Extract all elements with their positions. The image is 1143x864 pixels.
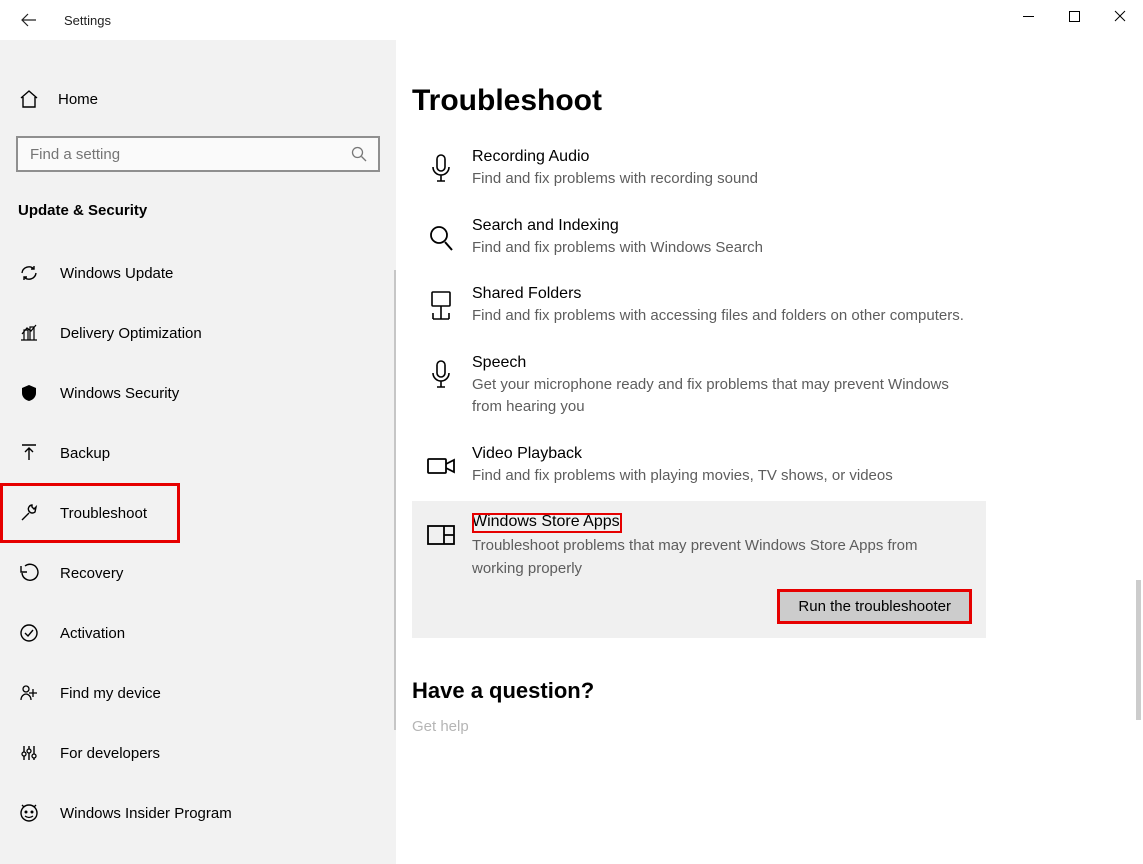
- troubleshooter-video-playback[interactable]: Video Playback Find and fix problems wit…: [412, 433, 1103, 502]
- troubleshooter-search-indexing[interactable]: Search and Indexing Find and fix problem…: [412, 205, 1103, 274]
- apps-icon: [426, 515, 456, 555]
- sidebar-item-recovery[interactable]: Recovery: [0, 543, 396, 603]
- insider-icon: [18, 802, 40, 824]
- find-device-icon: [18, 682, 40, 704]
- sidebar-item-label: For developers: [60, 745, 160, 762]
- sidebar-item-label: Find my device: [60, 685, 161, 702]
- shared-folders-icon: [426, 287, 456, 327]
- close-icon: [1114, 10, 1126, 22]
- maximize-button[interactable]: [1051, 0, 1097, 32]
- search-icon: [426, 219, 456, 259]
- troubleshooter-title: Speech: [472, 354, 1089, 372]
- minimize-button[interactable]: [1005, 0, 1051, 32]
- home-link[interactable]: Home: [0, 80, 396, 118]
- have-a-question-heading: Have a question?: [412, 678, 1103, 704]
- developers-icon: [18, 742, 40, 764]
- sidebar-item-activation[interactable]: Activation: [0, 603, 396, 663]
- content-area: Troubleshoot Recording Audio Find and fi…: [396, 40, 1143, 864]
- sidebar-item-label: Delivery Optimization: [60, 325, 202, 342]
- sidebar-section-title: Update & Security: [0, 196, 396, 243]
- get-help-link[interactable]: Get help: [412, 718, 1103, 735]
- sidebar-item-label: Recovery: [60, 565, 123, 582]
- troubleshooter-desc: Get your microphone ready and fix proble…: [472, 374, 972, 419]
- sidebar-item-label: Windows Insider Program: [60, 805, 232, 822]
- microphone-icon: [426, 150, 456, 190]
- troubleshooter-desc: Find and fix problems with Windows Searc…: [472, 237, 972, 260]
- sync-icon: [18, 262, 40, 284]
- video-icon: [426, 447, 456, 487]
- back-button[interactable]: [14, 5, 44, 35]
- content-scrollbar[interactable]: [1136, 580, 1141, 720]
- titlebar: Settings: [0, 0, 1143, 40]
- window-title: Settings: [64, 13, 111, 28]
- home-icon: [18, 88, 40, 110]
- backup-icon: [18, 442, 40, 464]
- sidebar-item-troubleshoot[interactable]: Troubleshoot: [0, 483, 180, 543]
- home-label: Home: [58, 91, 98, 108]
- microphone-icon: [426, 356, 456, 396]
- troubleshooter-desc: Find and fix problems with recording sou…: [472, 168, 972, 191]
- close-button[interactable]: [1097, 0, 1143, 32]
- troubleshooter-speech[interactable]: Speech Get your microphone ready and fix…: [412, 342, 1103, 433]
- delivery-icon: [18, 322, 40, 344]
- search-icon: [350, 145, 368, 163]
- maximize-icon: [1069, 11, 1080, 22]
- page-title: Troubleshoot: [412, 84, 1103, 118]
- troubleshooter-desc: Find and fix problems with accessing fil…: [472, 305, 972, 328]
- troubleshooter-windows-store-apps[interactable]: Windows Store Apps Troubleshoot problems…: [412, 501, 986, 638]
- sidebar-item-windows-update[interactable]: Windows Update: [0, 243, 396, 303]
- troubleshooter-recording-audio[interactable]: Recording Audio Find and fix problems wi…: [412, 136, 1103, 205]
- sidebar: Home Update & Security Windows Update De…: [0, 40, 396, 864]
- sidebar-item-label: Troubleshoot: [60, 505, 147, 522]
- minimize-icon: [1023, 11, 1034, 22]
- recovery-icon: [18, 562, 40, 584]
- troubleshooter-title: Shared Folders: [472, 285, 1089, 303]
- wrench-icon: [18, 502, 40, 524]
- search-input[interactable]: [16, 136, 380, 172]
- search-field[interactable]: [28, 145, 368, 164]
- sidebar-item-label: Activation: [60, 625, 125, 642]
- troubleshooter-title: Search and Indexing: [472, 217, 1089, 235]
- sidebar-item-windows-insider[interactable]: Windows Insider Program: [0, 783, 396, 843]
- troubleshooter-list: Recording Audio Find and fix problems wi…: [412, 136, 1103, 638]
- sidebar-item-find-my-device[interactable]: Find my device: [0, 663, 396, 723]
- sidebar-item-backup[interactable]: Backup: [0, 423, 396, 483]
- troubleshooter-title: Windows Store Apps: [472, 513, 622, 533]
- sidebar-item-label: Windows Update: [60, 265, 173, 282]
- window-controls: [1005, 0, 1143, 32]
- troubleshooter-desc: Find and fix problems with playing movie…: [472, 465, 972, 488]
- troubleshooter-desc: Troubleshoot problems that may prevent W…: [472, 535, 972, 580]
- arrow-left-icon: [21, 12, 37, 28]
- sidebar-item-windows-security[interactable]: Windows Security: [0, 363, 396, 423]
- troubleshooter-title: Video Playback: [472, 445, 1089, 463]
- sidebar-item-for-developers[interactable]: For developers: [0, 723, 396, 783]
- sidebar-item-label: Windows Security: [60, 385, 179, 402]
- troubleshooter-shared-folders[interactable]: Shared Folders Find and fix problems wit…: [412, 273, 1103, 342]
- run-troubleshooter-button[interactable]: Run the troubleshooter: [777, 589, 972, 624]
- check-circle-icon: [18, 622, 40, 644]
- sidebar-item-label: Backup: [60, 445, 110, 462]
- sidebar-item-delivery-optimization[interactable]: Delivery Optimization: [0, 303, 396, 363]
- troubleshooter-title: Recording Audio: [472, 148, 1089, 166]
- shield-icon: [18, 382, 40, 404]
